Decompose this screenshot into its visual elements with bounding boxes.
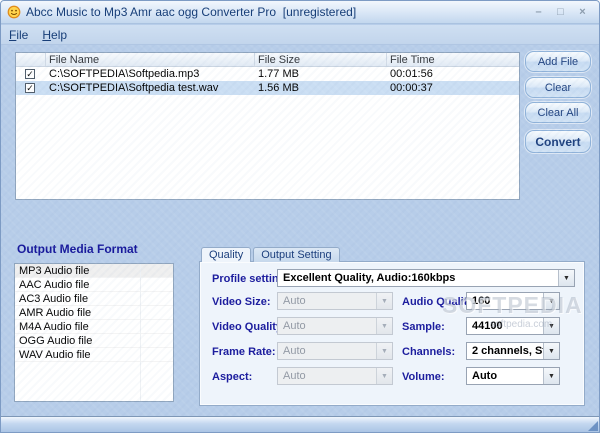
dropdown-arrow-icon: ▼: [376, 293, 392, 309]
menu-file-rest: ile: [16, 28, 28, 42]
dropdown-arrow-icon: ▼: [376, 368, 392, 384]
frame-rate-value: Auto: [278, 345, 376, 357]
video-quality-select: Auto ▼: [277, 317, 393, 335]
dropdown-arrow-icon[interactable]: ▼: [558, 270, 574, 286]
maximize-icon[interactable]: □: [554, 6, 567, 19]
menu-help[interactable]: Help: [42, 28, 67, 42]
list-item-amr[interactable]: AMR Audio file: [15, 306, 173, 320]
tab-quality[interactable]: Quality: [201, 247, 251, 262]
audio-quality-value: 160: [467, 295, 543, 307]
table-row[interactable]: ✓ C:\SOFTPEDIA\Softpedia.mp3 1.77 MB 00:…: [16, 67, 519, 81]
channels-select[interactable]: 2 channels, Ster ▼: [466, 342, 560, 360]
sample-select[interactable]: 44100 ▼: [466, 317, 560, 335]
cell-file-size: 1.56 MB: [255, 82, 387, 94]
settings-tabs: Quality Output Setting: [201, 247, 340, 262]
video-size-label: Video Size:: [212, 296, 270, 308]
app-window: Abcc Music to Mp3 Amr aac ogg Converter …: [0, 0, 600, 433]
cell-file-name: C:\SOFTPEDIA\Softpedia.mp3: [46, 68, 255, 80]
check-icon: ✓: [26, 70, 34, 79]
frame-rate-select: Auto ▼: [277, 342, 393, 360]
table-row-selected[interactable]: ✓ C:\SOFTPEDIA\Softpedia test.wav 1.56 M…: [16, 81, 519, 95]
row-checkbox-cell: ✓: [16, 69, 46, 79]
menu-help-accel: H: [42, 28, 51, 42]
cell-file-name: C:\SOFTPEDIA\Softpedia test.wav: [46, 82, 255, 94]
frame-rate-label: Frame Rate:: [212, 346, 276, 358]
list-item-ogg[interactable]: OGG Audio file: [15, 334, 173, 348]
file-list: File Name File Size File Time ✓ C:\SOFTP…: [15, 52, 520, 200]
resize-grip[interactable]: [588, 421, 598, 431]
dropdown-arrow-icon[interactable]: ▼: [543, 293, 559, 309]
menu-help-rest: elp: [51, 28, 67, 42]
aspect-label: Aspect:: [212, 371, 252, 383]
cell-file-time: 00:01:56: [387, 68, 519, 80]
volume-select[interactable]: Auto ▼: [466, 367, 560, 385]
file-list-header: File Name File Size File Time: [16, 53, 519, 67]
aspect-value: Auto: [278, 370, 376, 382]
smiley-app-icon: [7, 5, 21, 19]
output-media-format-label: Output Media Format: [17, 242, 138, 256]
minimize-icon[interactable]: –: [532, 6, 545, 19]
list-item-aac[interactable]: AAC Audio file: [15, 278, 173, 292]
video-size-value: Auto: [278, 295, 376, 307]
add-file-button[interactable]: Add File: [525, 51, 591, 72]
check-icon: ✓: [26, 84, 34, 93]
column-header-file-time[interactable]: File Time: [387, 53, 519, 66]
output-format-list: MP3 Audio file AAC Audio file AC3 Audio …: [14, 263, 174, 402]
aspect-select: Auto ▼: [277, 367, 393, 385]
window-title: Abcc Music to Mp3 Amr aac ogg Converter …: [26, 5, 356, 19]
list-item-ac3[interactable]: AC3 Audio file: [15, 292, 173, 306]
video-size-select: Auto ▼: [277, 292, 393, 310]
menu-file[interactable]: File: [9, 28, 28, 42]
close-icon[interactable]: ×: [576, 6, 589, 19]
cell-file-time: 00:00:37: [387, 82, 519, 94]
audio-quality-select[interactable]: 160 ▼: [466, 292, 560, 310]
video-quality-label: Video Quality:: [212, 321, 286, 333]
list-item-m4a[interactable]: M4A Audio file: [15, 320, 173, 334]
dropdown-arrow-icon: ▼: [376, 318, 392, 334]
tab-output-setting[interactable]: Output Setting: [253, 247, 339, 262]
channels-value: 2 channels, Ster: [467, 345, 543, 357]
row-checkbox-cell: ✓: [16, 83, 46, 93]
list-item-wav[interactable]: WAV Audio file: [15, 348, 173, 362]
convert-button[interactable]: Convert: [525, 130, 591, 153]
dropdown-arrow-icon: ▼: [376, 343, 392, 359]
column-header-file-name[interactable]: File Name: [46, 53, 255, 66]
cell-file-size: 1.77 MB: [255, 68, 387, 80]
profile-setting-select[interactable]: Excellent Quality, Audio:160kbps ▼: [277, 269, 575, 287]
dropdown-arrow-icon[interactable]: ▼: [543, 318, 559, 334]
sample-value: 44100: [467, 320, 543, 332]
video-quality-value: Auto: [278, 320, 376, 332]
volume-label: Volume:: [402, 371, 445, 383]
window-controls: – □ ×: [532, 6, 593, 19]
checkbox-checked[interactable]: ✓: [25, 69, 35, 79]
volume-value: Auto: [467, 370, 543, 382]
list-item-mp3[interactable]: MP3 Audio file: [15, 264, 173, 278]
profile-setting-value: Excellent Quality, Audio:160kbps: [278, 272, 558, 284]
menu-bar: File Help: [1, 25, 599, 45]
title-bar: Abcc Music to Mp3 Amr aac ogg Converter …: [1, 1, 599, 24]
clear-all-button[interactable]: Clear All: [525, 102, 591, 123]
clear-button[interactable]: Clear: [525, 77, 591, 98]
column-header-checkbox[interactable]: [16, 53, 46, 66]
dropdown-arrow-icon[interactable]: ▼: [543, 343, 559, 359]
column-header-file-size[interactable]: File Size: [255, 53, 387, 66]
window-bottom-frame: [1, 416, 599, 432]
quality-panel: Profile setting: Excellent Quality, Audi…: [199, 261, 585, 406]
channels-label: Channels:: [402, 346, 455, 358]
checkbox-checked[interactable]: ✓: [25, 83, 35, 93]
sample-label: Sample:: [402, 321, 445, 333]
dropdown-arrow-icon[interactable]: ▼: [543, 368, 559, 384]
